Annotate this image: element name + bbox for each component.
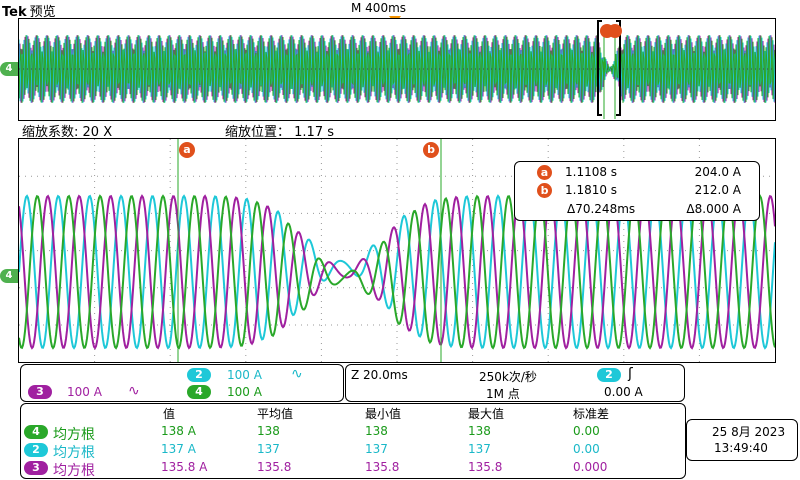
acquisition-panel[interactable]: Z 20.0ms 250k次/秒 1M 点 2 ʃ 0.00 A [345, 364, 685, 402]
channel-4-scale[interactable]: 100 A [227, 385, 262, 399]
channel-2-badge[interactable]: 2 [187, 368, 211, 382]
record-length: 1M 点 [486, 387, 520, 401]
cursor-a-label[interactable]: a [179, 142, 195, 158]
stats-max: 137 [468, 442, 491, 456]
stats-row[interactable]: 3 均方根 135.8 A 135.8 135.8 135.8 0.000 [21, 460, 685, 479]
stats-header-max: 最大值 [468, 407, 505, 421]
trigger-level: 0.00 A [604, 385, 643, 399]
cursor-b-value: 212.0 A [694, 183, 741, 197]
cursor-a-value: 204.0 A [694, 165, 741, 179]
main-timebase: M 400ms [351, 1, 407, 15]
channel-3-scale[interactable]: 100 A [67, 385, 102, 399]
stats-header-row: 值 平均值 最小值 最大值 标准差 [21, 405, 685, 422]
stats-channel-2-badge: 2 [24, 443, 48, 457]
stats-measure-name: 均方根 [53, 463, 95, 479]
stats-min: 135.8 [365, 460, 400, 474]
sample-rate: 250k次/秒 [479, 370, 537, 384]
cursor-b-time: 1.1810 s [565, 183, 618, 197]
stats-row[interactable]: 2 均方根 137 A 137 137 137 0.00 [21, 442, 685, 461]
overview-cursor-b-marker [608, 24, 622, 38]
readout-cursor-b-icon: b [537, 183, 552, 198]
channel-scale-panel: 2 100 A ∿ 3 100 A ∿ 4 100 A [20, 364, 344, 402]
stats-mean: 135.8 [257, 460, 292, 474]
stats-row[interactable]: 4 均方根 138 A 138 138 138 0.00 [21, 424, 685, 443]
stats-mean: 137 [257, 442, 280, 456]
stats-std: 0.00 [573, 424, 600, 438]
channel-2-scale[interactable]: 100 A [227, 368, 262, 382]
cursor-a-time: 1.1108 s [565, 165, 618, 179]
cursor-b-label[interactable]: b [423, 142, 439, 158]
trigger-source-badge[interactable]: 2 [597, 368, 621, 382]
channel-3-bandwidth-icon: ∿ [128, 383, 140, 399]
stats-std: 0.000 [573, 460, 608, 474]
stats-measure-name: 均方根 [53, 445, 95, 461]
stats-channel-3-badge: 3 [24, 461, 48, 475]
stats-min: 137 [365, 442, 388, 456]
stats-min: 138 [365, 424, 388, 438]
zoom-timebase: Z 20.0ms [351, 368, 408, 382]
time-display: 13:49:40 [714, 441, 768, 455]
channel-3-badge[interactable]: 3 [28, 385, 52, 399]
stats-value: 138 A [161, 424, 196, 438]
stats-header-std: 标准差 [573, 407, 610, 421]
trigger-slope-rising-icon: ʃ [628, 366, 633, 382]
stats-measure-name: 均方根 [53, 427, 95, 443]
stats-max: 138 [468, 424, 491, 438]
stats-max: 135.8 [468, 460, 503, 474]
stats-header-mean: 平均值 [257, 407, 294, 421]
readout-cursor-a-icon: a [537, 165, 552, 180]
stats-header-value: 值 [163, 407, 176, 421]
measurement-stats-panel: 值 平均值 最小值 最大值 标准差 4 均方根 138 A 138 138 13… [20, 403, 686, 479]
channel-4-badge[interactable]: 4 [187, 385, 211, 399]
channel-4-ground-marker-zoom[interactable]: 4 [0, 269, 18, 283]
stats-channel-4-badge: 4 [24, 425, 48, 439]
stats-header-min: 最小值 [365, 407, 402, 421]
datetime-panel: 25 8月 2023 13:49:40 [686, 419, 798, 461]
channel-2-bandwidth-icon: ∿ [291, 366, 303, 382]
stats-value: 137 A [161, 442, 196, 456]
cursor-delta-time: Δ70.248ms [567, 202, 636, 216]
overview-waveform-display[interactable] [18, 18, 776, 121]
cursor-readout-panel: a 1.1108 s 204.0 A b 1.1810 s 212.0 A Δ7… [514, 161, 760, 221]
cursor-delta-value: Δ8.000 A [686, 202, 741, 216]
stats-value: 135.8 A [161, 460, 208, 474]
stats-std: 0.00 [573, 442, 600, 456]
channel-4-ground-marker-overview[interactable]: 4 [0, 62, 18, 76]
stats-mean: 138 [257, 424, 280, 438]
overview-waveform-svg [19, 20, 775, 119]
date-display: 25 8月 2023 [712, 425, 786, 439]
